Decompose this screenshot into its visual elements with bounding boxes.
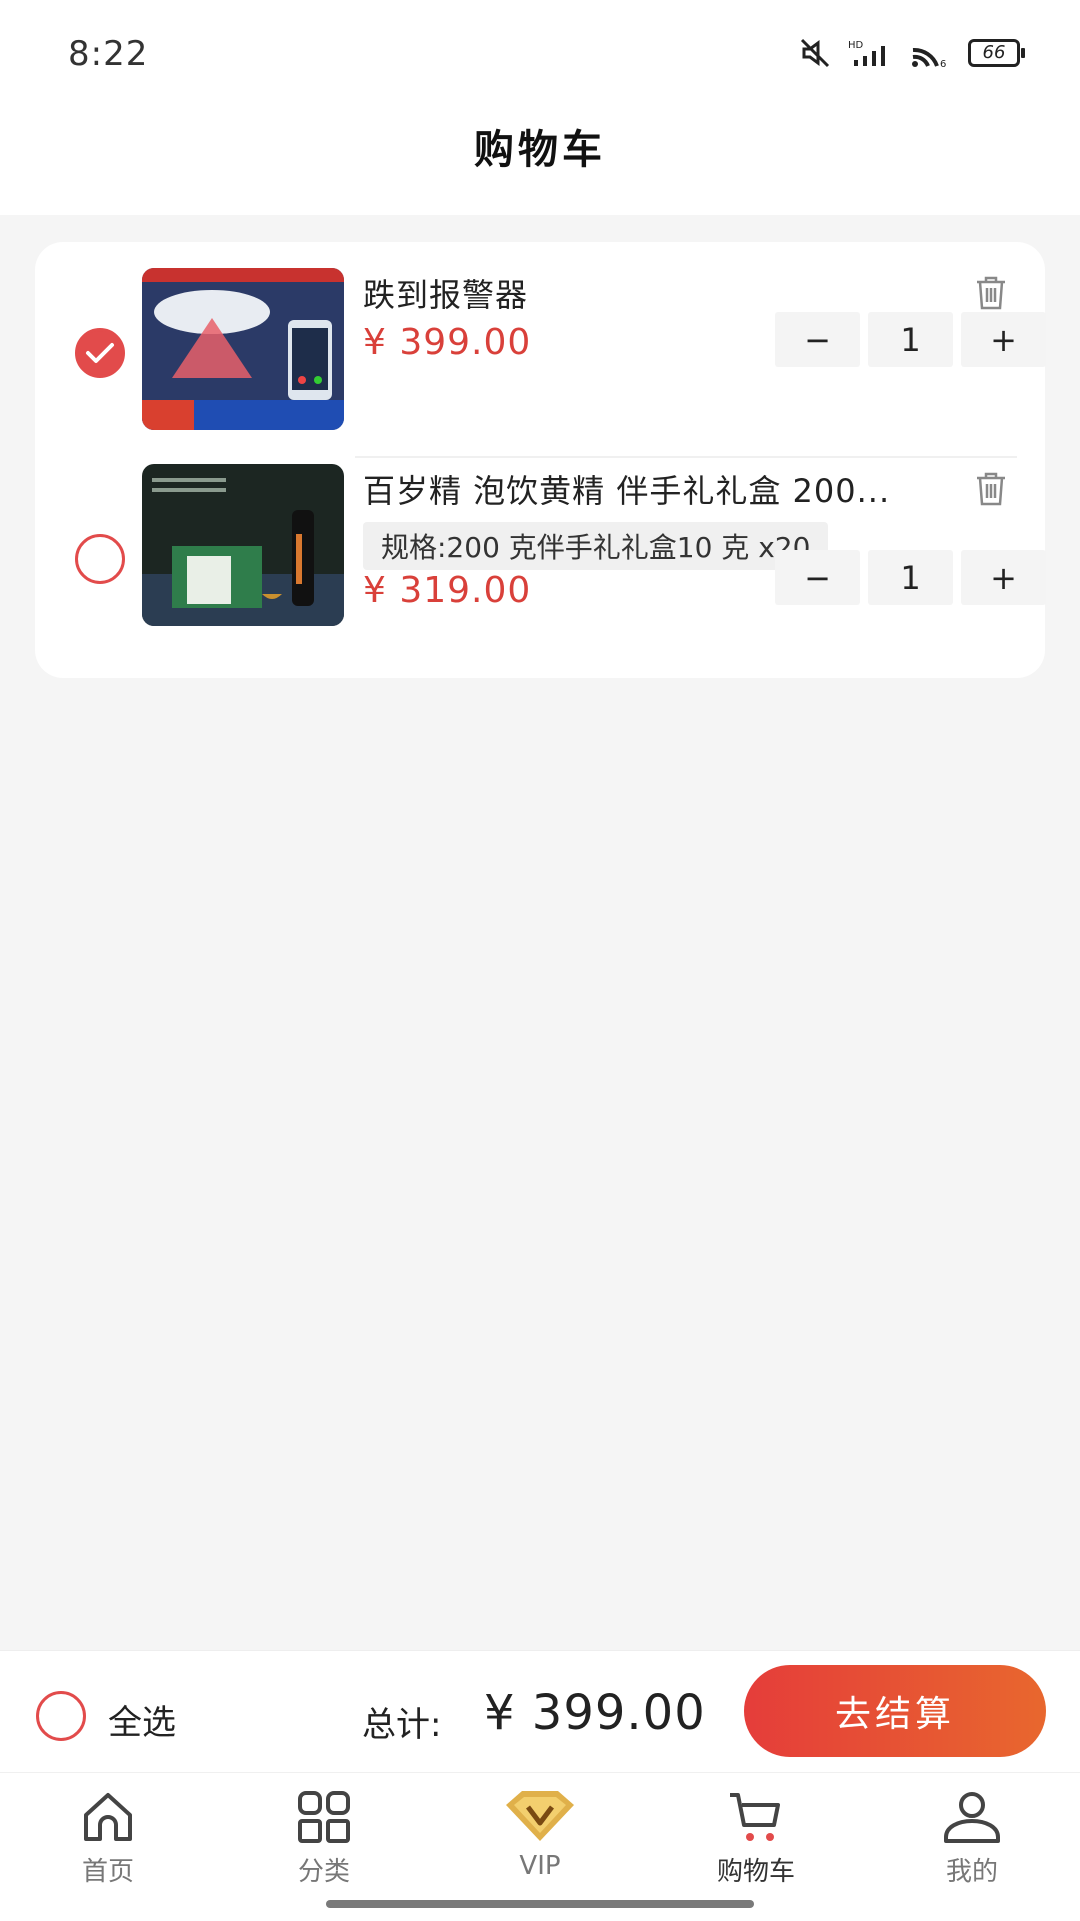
tab-profile[interactable]: 我的 (902, 1787, 1042, 1888)
tab-label: VIP (519, 1851, 561, 1881)
product-name: 跌到报警器 (363, 276, 529, 314)
quantity-value[interactable]: 1 (868, 550, 953, 605)
select-all-checkbox[interactable] (36, 1691, 86, 1741)
increase-button[interactable]: + (961, 550, 1046, 605)
tab-bar: 首页 分类 VIP 购物车 我的 (0, 1772, 1080, 1921)
status-bar: 8:22 HD 6 66 (0, 0, 1080, 110)
cart-item: 百岁精 泡饮黄精 伴手礼礼盒 200... 规格:200 克伴手礼礼盒10 克 … (35, 460, 1046, 660)
checkout-button[interactable]: 去结算 (744, 1665, 1046, 1757)
select-all-label[interactable]: 全选 (108, 1695, 176, 1744)
tab-label: 我的 (945, 1857, 998, 1887)
product-price: ¥ 319.00 (363, 570, 532, 611)
svg-text:HD: HD (848, 40, 864, 51)
quantity-stepper: − 1 + (775, 312, 1046, 367)
decrease-button[interactable]: − (775, 550, 860, 605)
item-divider (355, 456, 1017, 458)
svg-text:6: 6 (940, 59, 946, 68)
status-icons: HD 6 66 (800, 38, 1025, 68)
product-image[interactable] (142, 268, 344, 430)
tab-label: 首页 (81, 1857, 134, 1887)
total-label: 总计: (362, 1705, 442, 1745)
status-time: 8:22 (68, 34, 149, 74)
trash-icon[interactable] (971, 272, 1011, 312)
checkmark-icon (86, 343, 114, 363)
tab-label: 分类 (297, 1857, 350, 1887)
checkout-bar: 全选 总计: ¥ 399.00 去结算 (0, 1650, 1080, 1773)
item-checkbox[interactable] (75, 328, 125, 378)
trash-icon[interactable] (971, 468, 1011, 508)
grid-icon (298, 1791, 350, 1843)
cart-icon (730, 1793, 780, 1841)
signal-icon: HD (848, 40, 885, 66)
product-price: ¥ 399.00 (363, 322, 532, 363)
page-title: 购物车 (474, 127, 606, 173)
tab-cart[interactable]: 购物车 (686, 1787, 826, 1888)
product-name: 百岁精 泡饮黄精 伴手礼礼盒 200... (363, 472, 891, 510)
mute-icon (800, 38, 830, 68)
nav-bar: 购物车 (0, 110, 1080, 215)
tab-vip[interactable]: VIP (470, 1787, 610, 1881)
battery-icon: 66 (968, 39, 1025, 67)
quantity-value[interactable]: 1 (868, 312, 953, 367)
increase-button[interactable]: + (961, 312, 1046, 367)
cart-item: 跌到报警器 ¥ 399.00 − 1 + (35, 242, 1046, 442)
product-spec: 规格:200 克伴手礼礼盒10 克 x20 (363, 522, 829, 570)
product-image[interactable] (142, 464, 344, 626)
tab-home[interactable]: 首页 (38, 1787, 178, 1888)
item-checkbox[interactable] (75, 534, 125, 584)
user-icon (944, 1792, 1000, 1843)
cart-list: 跌到报警器 ¥ 399.00 − 1 + 百岁精 泡饮黄精 伴手礼礼盒 200.… (35, 242, 1046, 678)
home-icon (84, 1793, 132, 1841)
wifi-icon: 6 (912, 47, 946, 68)
tab-category[interactable]: 分类 (254, 1787, 394, 1888)
decrease-button[interactable]: − (775, 312, 860, 367)
total-amount: ¥ 399.00 (484, 1685, 706, 1741)
home-indicator[interactable] (326, 1900, 754, 1908)
tab-label: 购物车 (716, 1857, 795, 1887)
quantity-stepper: − 1 + (775, 550, 1046, 605)
vip-crown-icon (506, 1791, 574, 1841)
